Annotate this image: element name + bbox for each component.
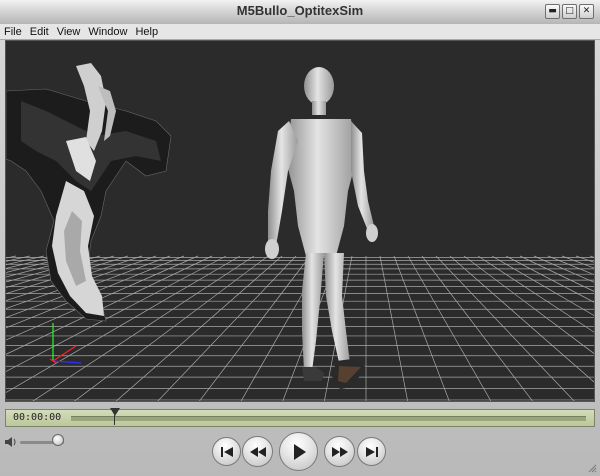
3d-viewport[interactable] <box>5 40 595 402</box>
speaker-icon[interactable] <box>4 436 18 448</box>
menu-edit[interactable]: Edit <box>30 26 49 38</box>
skip-forward-icon <box>365 446 378 457</box>
playback-controls <box>0 427 600 476</box>
play-icon <box>293 443 306 460</box>
play-button[interactable] <box>279 432 318 471</box>
fast-forward-button[interactable] <box>324 436 355 467</box>
close-button[interactable]: ✕ <box>579 4 594 19</box>
skip-back-icon <box>220 446 233 457</box>
playhead-marker[interactable] <box>110 408 120 416</box>
rewind-icon <box>249 446 266 457</box>
playhead-line <box>114 415 115 425</box>
resize-grip-icon[interactable] <box>587 463 597 473</box>
window-controls: ▬ □ ✕ <box>545 4 594 19</box>
window-title: M5Bullo_OptitexSim <box>236 3 364 18</box>
skip-to-end-button[interactable] <box>357 437 386 466</box>
timeline-bar[interactable]: 00:00:00 <box>5 408 595 427</box>
maximize-button[interactable]: □ <box>562 4 577 19</box>
rewind-button[interactable] <box>242 436 273 467</box>
menu-window[interactable]: Window <box>88 26 127 38</box>
menu-bar: File Edit View Window Help <box>0 24 600 40</box>
application-window: M5Bullo_OptitexSim ▬ □ ✕ File Edit View … <box>0 0 600 476</box>
time-readout: 00:00:00 <box>13 412 62 423</box>
fast-forward-icon <box>331 446 348 457</box>
title-bar[interactable]: M5Bullo_OptitexSim ▬ □ ✕ <box>0 0 600 25</box>
menu-file[interactable]: File <box>4 26 22 38</box>
minimize-button[interactable]: ▬ <box>545 4 560 19</box>
menu-help[interactable]: Help <box>135 26 158 38</box>
scene-canvas <box>6 41 594 401</box>
timeline-track[interactable] <box>71 416 586 421</box>
skip-to-start-button[interactable] <box>212 437 241 466</box>
volume-knob[interactable] <box>52 434 64 446</box>
menu-view[interactable]: View <box>57 26 81 38</box>
